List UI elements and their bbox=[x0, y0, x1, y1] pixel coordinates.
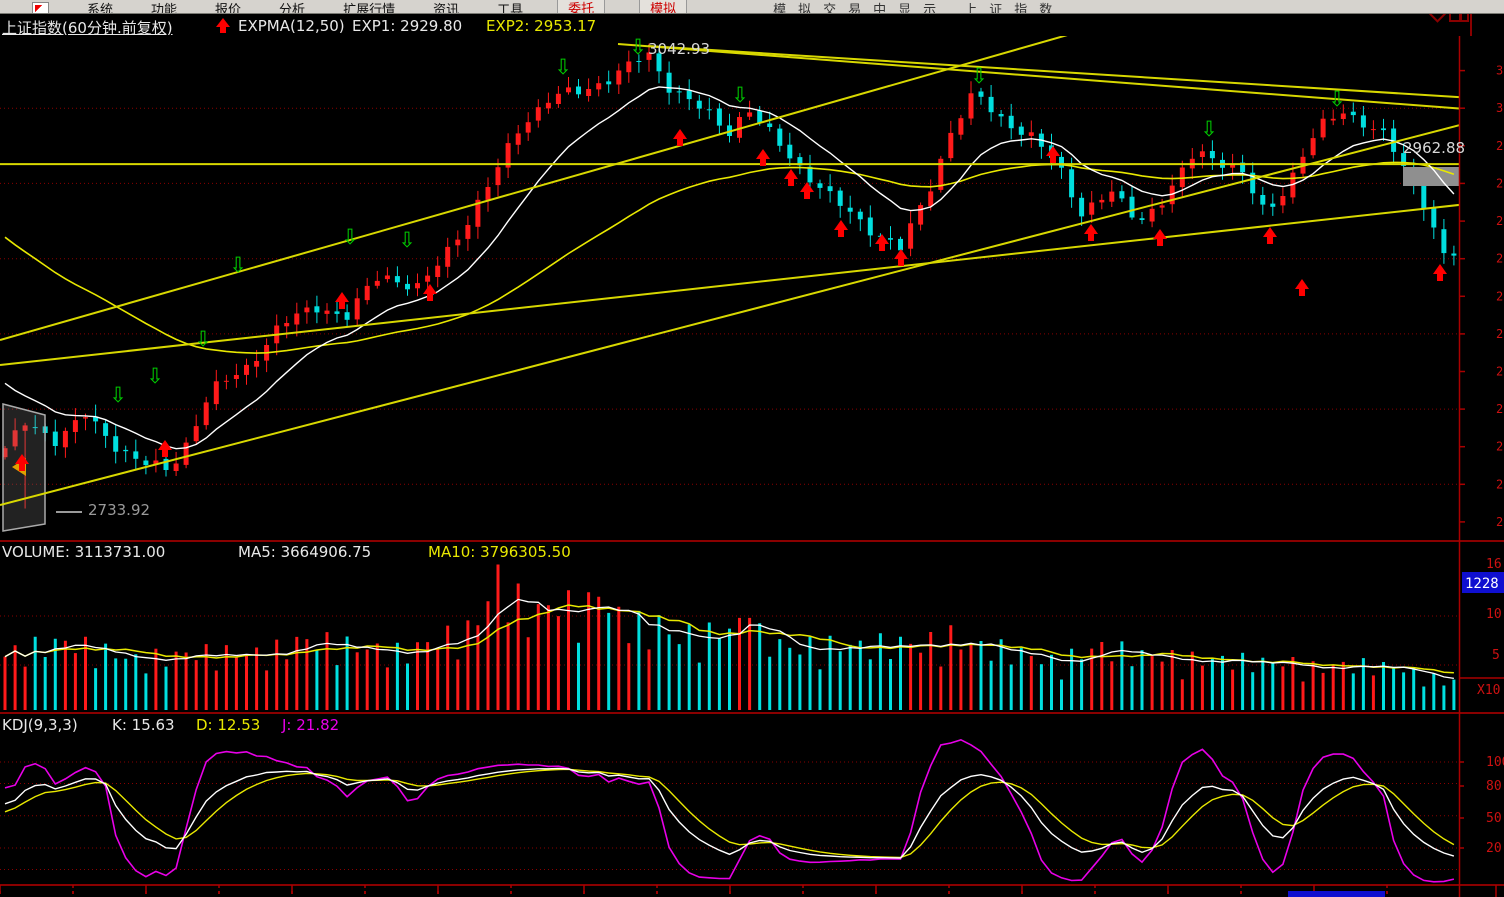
svg-text:⇩: ⇩ bbox=[398, 228, 416, 252]
volume-header: VOLUME: 3113731.00 MA5: 3664906.75 MA10:… bbox=[0, 543, 1459, 561]
menu-bar: 系统 功能 报价 分析 扩展行情 资讯 工具 委托 模拟 模拟交易中显示 上证指… bbox=[0, 0, 1504, 14]
menu-button-sim[interactable]: 模拟 bbox=[639, 0, 687, 14]
svg-text:2750.00: 2750.00 bbox=[1496, 477, 1504, 491]
app-icon bbox=[32, 2, 49, 15]
svg-text:X10: X10 bbox=[1477, 683, 1500, 698]
indicator-label: EXPMA(12,50) bbox=[238, 17, 345, 35]
svg-text:2950.00: 2950.00 bbox=[1496, 176, 1504, 190]
peak-price-label: 3042.93 bbox=[648, 40, 710, 58]
svg-text:5: 5 bbox=[1492, 648, 1500, 663]
svg-text:⇩: ⇩ bbox=[194, 327, 212, 351]
svg-text:⇩: ⇩ bbox=[109, 383, 127, 407]
exp2-value-label: EXP2: 2953.17 bbox=[486, 17, 596, 35]
symbol-title: 上证指数(60分钟.前复权) bbox=[2, 17, 173, 38]
svg-text:⇩: ⇩ bbox=[1328, 87, 1346, 111]
svg-text:⇩: ⇩ bbox=[1200, 117, 1218, 141]
svg-text:2975.00: 2975.00 bbox=[1496, 139, 1504, 153]
kdj-j-label: J: 21.82 bbox=[282, 716, 339, 734]
kdj-params-label: KDJ(9,3,3) bbox=[2, 716, 78, 734]
svg-text:3000.00: 3000.00 bbox=[1496, 101, 1504, 115]
svg-text:⇩: ⇩ bbox=[146, 364, 164, 388]
svg-text:1228: 1228 bbox=[1465, 576, 1499, 592]
volume-ma10-label: MA10: 3796305.50 bbox=[428, 543, 571, 561]
current-price-label: 2962.88 bbox=[1403, 139, 1465, 157]
svg-text:⇩: ⇩ bbox=[731, 83, 749, 107]
kdj-k-label: K: 15.63 bbox=[112, 716, 175, 734]
svg-text:50: 50 bbox=[1486, 811, 1502, 826]
kdj-header: KDJ(9,3,3) K: 15.63 D: 12.53 J: 21.82 bbox=[0, 716, 1459, 734]
svg-text:2850.00: 2850.00 bbox=[1496, 327, 1504, 341]
exp1-value-label: EXP1: 2929.80 bbox=[352, 17, 462, 35]
svg-text:2925.00: 2925.00 bbox=[1496, 214, 1504, 228]
svg-text:2800.00: 2800.00 bbox=[1496, 402, 1504, 416]
svg-text:10: 10 bbox=[1486, 607, 1502, 622]
volume-ma5-label: MA5: 3664906.75 bbox=[238, 543, 371, 561]
menu-item-extended[interactable]: 扩展行情 bbox=[343, 0, 395, 14]
svg-text:2875.00: 2875.00 bbox=[1496, 289, 1504, 303]
svg-text:20: 20 bbox=[1486, 841, 1502, 856]
menu-button-trade[interactable]: 委托 bbox=[557, 0, 605, 14]
svg-text:⇩: ⇩ bbox=[629, 35, 647, 59]
trading-app-window: 系统 功能 报价 分析 扩展行情 资讯 工具 委托 模拟 模拟交易中显示 上证指… bbox=[0, 0, 1504, 897]
svg-text:3025.00: 3025.00 bbox=[1496, 64, 1504, 78]
svg-text:⇩: ⇩ bbox=[341, 225, 359, 249]
menu-item-function[interactable]: 功能 bbox=[151, 0, 177, 14]
menu-item-tools[interactable]: 工具 bbox=[497, 0, 523, 14]
svg-text:⇩: ⇩ bbox=[970, 64, 988, 88]
svg-text:2900.00: 2900.00 bbox=[1496, 252, 1504, 266]
menu-item-quote[interactable]: 报价 bbox=[215, 0, 241, 14]
svg-text:2775.00: 2775.00 bbox=[1496, 440, 1504, 454]
title-separator bbox=[1470, 14, 1472, 36]
svg-text:80: 80 bbox=[1486, 779, 1502, 794]
kdj-d-label: D: 12.53 bbox=[196, 716, 260, 734]
low-price-label: 2733.92 bbox=[88, 501, 150, 519]
svg-text:100: 100 bbox=[1486, 755, 1504, 770]
svg-text:2725.00: 2725.00 bbox=[1496, 515, 1504, 529]
svg-text:16: 16 bbox=[1486, 557, 1502, 572]
volume-value-label: VOLUME: 3113731.00 bbox=[2, 543, 165, 561]
svg-text:⇩: ⇩ bbox=[554, 55, 572, 79]
menu-status-text: 模拟交易中显示 上证指数 bbox=[773, 0, 1064, 14]
svg-text:2825.00: 2825.00 bbox=[1496, 365, 1504, 379]
candlestick-chart-canvas[interactable]: ⇩ ⇩ ⇩ ⇩ ⇩ ⇩ ⇩ ⇩ ⇩ ⇩ ⇩ ⇩ 3025.00 3000.00 2975.00 2950.00… bbox=[0, 0, 1504, 897]
low-price-marker bbox=[56, 511, 82, 513]
menu-item-info[interactable]: 资讯 bbox=[433, 0, 459, 14]
chart-title-row: 上证指数(60分钟.前复权) EXPMA(12,50) EXP1: 2929.8… bbox=[0, 14, 1504, 36]
svg-text:⇩: ⇩ bbox=[229, 253, 247, 277]
menu-item-analysis[interactable]: 分析 bbox=[279, 0, 305, 14]
expma-up-arrow-icon bbox=[216, 18, 230, 27]
menu-item-system[interactable]: 系统 bbox=[87, 0, 113, 14]
